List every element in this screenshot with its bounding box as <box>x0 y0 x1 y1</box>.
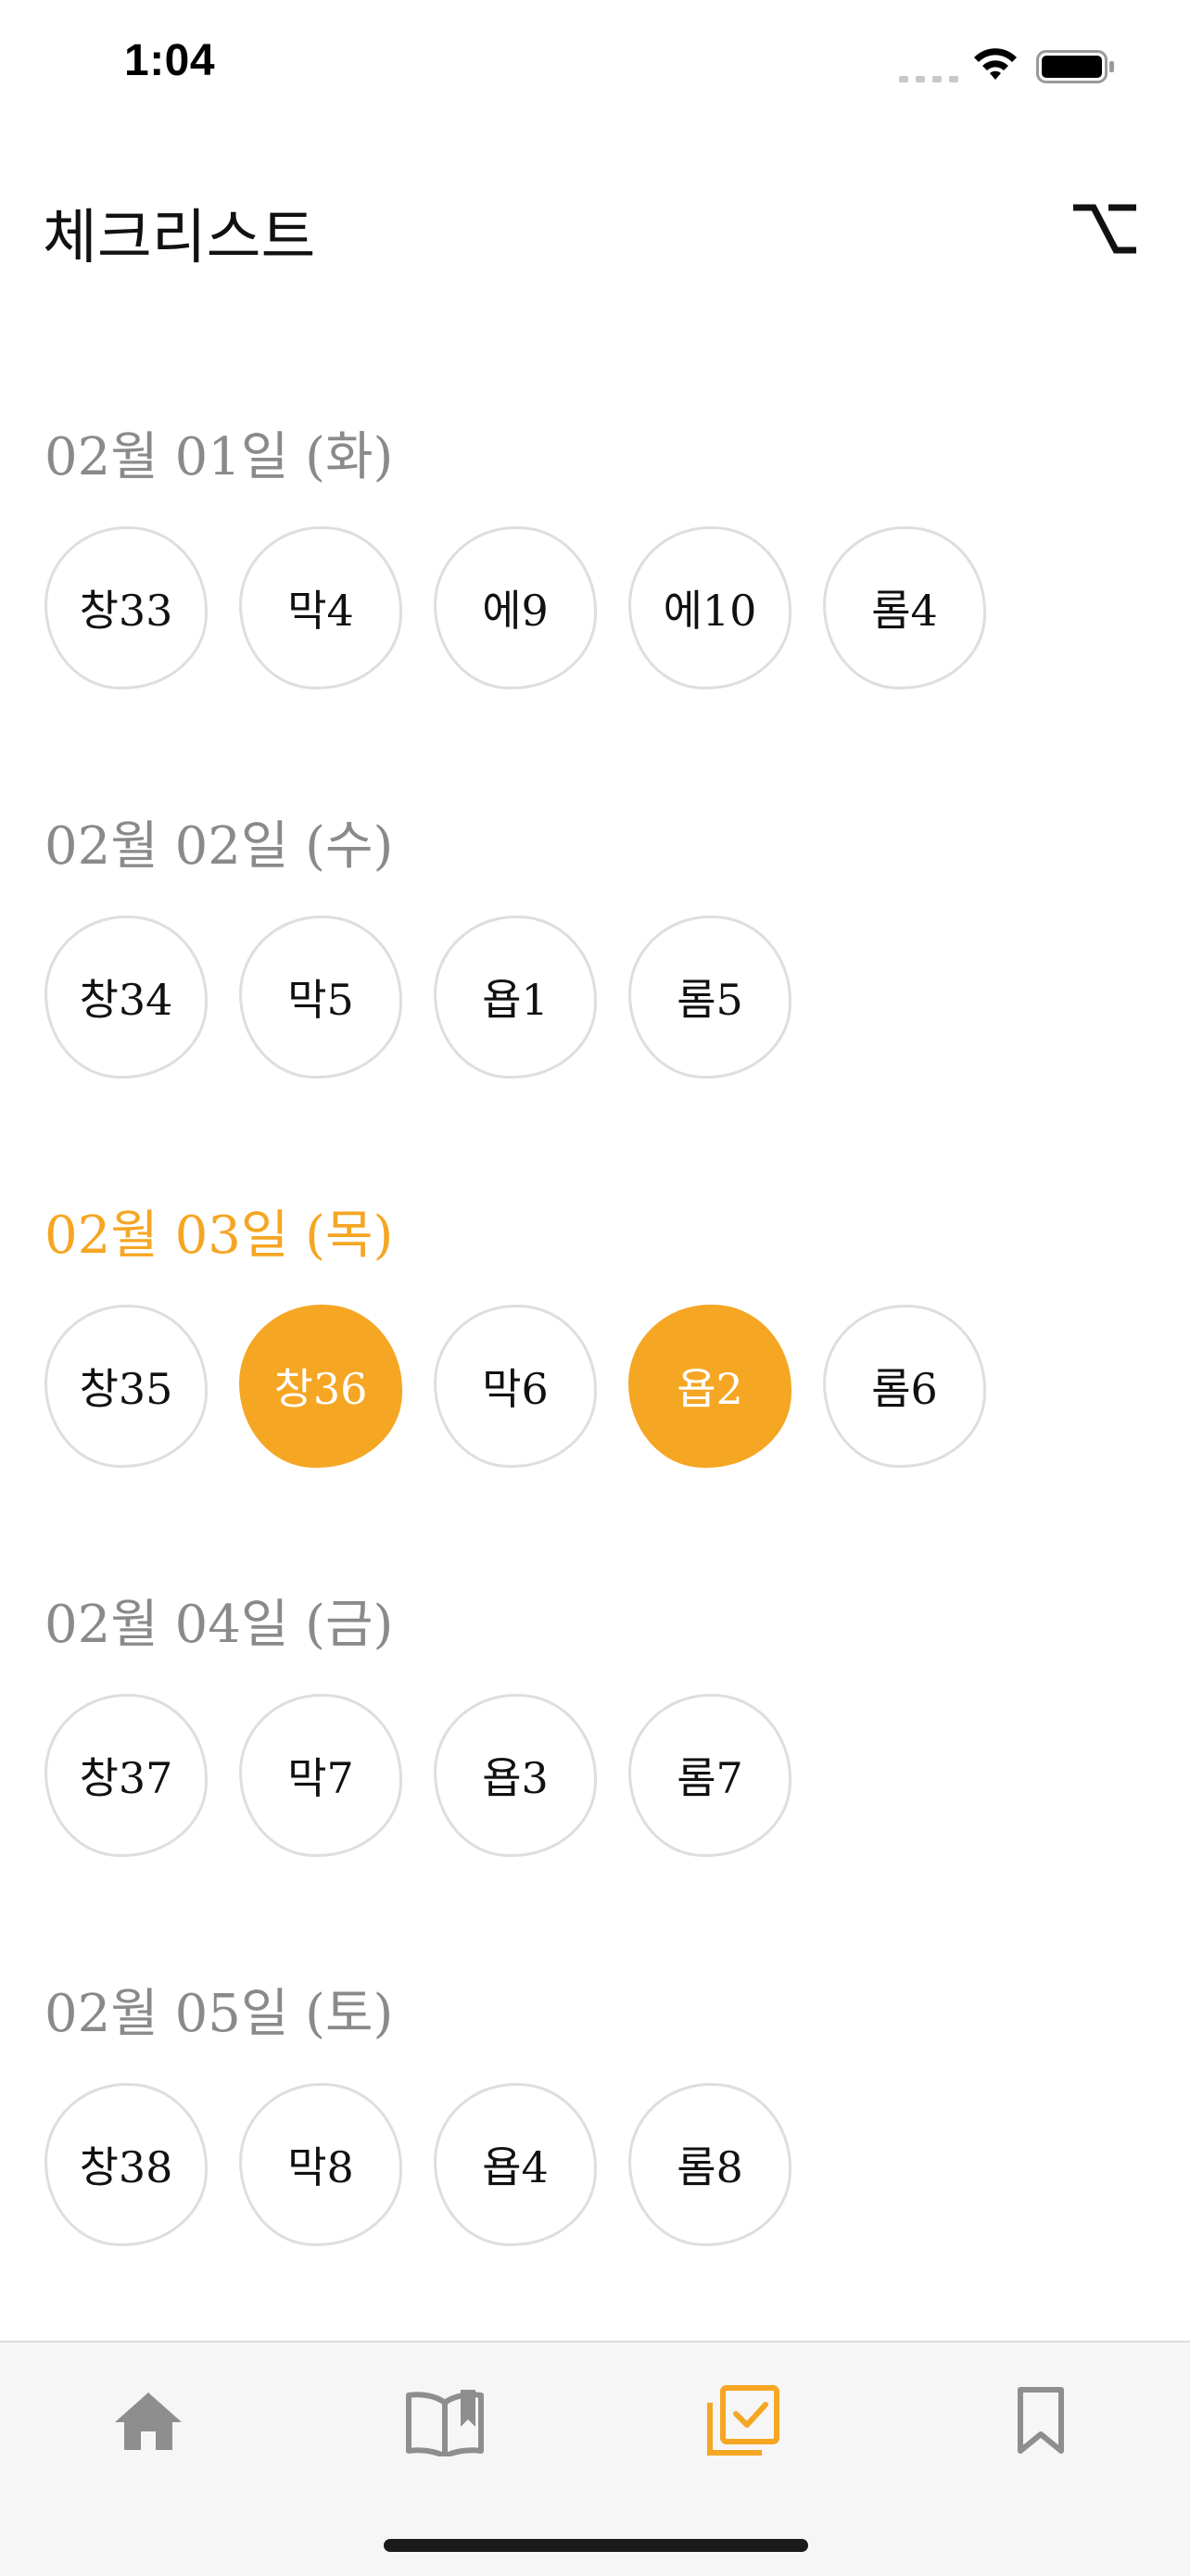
reading-chip[interactable]: 에9 <box>434 526 597 689</box>
reading-chip[interactable]: 롬8 <box>628 2083 791 2246</box>
day-header: 02월 02일 (수) <box>44 816 394 877</box>
tab-bar <box>0 2341 1190 2576</box>
reading-chip-completed[interactable]: 욥2 <box>628 1305 791 1468</box>
day-header: 02월 05일 (토) <box>44 1984 394 2044</box>
wifi-icon <box>974 48 1017 80</box>
reading-chip[interactable]: 막7 <box>239 1694 402 1857</box>
reading-chip[interactable]: 롬7 <box>628 1694 791 1857</box>
reading-chip[interactable]: 창33 <box>44 526 208 689</box>
checklist-icon <box>707 2385 779 2456</box>
home-icon <box>115 2393 182 2450</box>
reading-chip[interactable]: 에10 <box>628 526 791 689</box>
reading-chip[interactable]: 창34 <box>44 915 208 1079</box>
status-time: 1:04 <box>124 36 216 85</box>
option-key-icon[interactable] <box>1066 193 1140 267</box>
day-section: 02월 04일 (금) 창37 막7 욥3 롬7 <box>0 1583 1190 1879</box>
status-bar: 1:04 <box>0 0 1190 130</box>
reading-chip[interactable]: 창35 <box>44 1305 208 1468</box>
reading-chip[interactable]: 욥3 <box>434 1694 597 1857</box>
reading-chip[interactable]: 창37 <box>44 1694 208 1857</box>
reading-chip[interactable]: 막5 <box>239 915 402 1079</box>
reading-chip[interactable]: 욥1 <box>434 915 597 1079</box>
bookmark-icon <box>1018 2387 1064 2454</box>
day-header-today: 02월 03일 (목) <box>44 1206 394 1266</box>
reading-chip[interactable]: 막8 <box>239 2083 402 2246</box>
reading-chip-completed[interactable]: 창36 <box>239 1305 402 1468</box>
reading-chip[interactable]: 막6 <box>434 1305 597 1468</box>
reading-chip[interactable]: 막4 <box>239 526 402 689</box>
day-section: 02월 02일 (수) 창34 막5 욥1 롬5 <box>0 804 1190 1101</box>
page-title: 체크리스트 <box>43 204 316 272</box>
day-header: 02월 04일 (금) <box>44 1595 394 1655</box>
book-open-icon <box>406 2390 484 2456</box>
cellular-signal-icon <box>899 76 958 82</box>
reading-chip[interactable]: 롬4 <box>823 526 986 689</box>
home-indicator <box>384 2539 808 2552</box>
reading-chip[interactable]: 창38 <box>44 2083 208 2246</box>
tab-home[interactable] <box>102 2380 195 2463</box>
reading-chip[interactable]: 욥4 <box>434 2083 597 2246</box>
reading-chip[interactable]: 롬5 <box>628 915 791 1079</box>
day-section: 02월 01일 (화) 창33 막4 에9 에10 롬4 <box>0 415 1190 712</box>
tab-bookmark[interactable] <box>994 2380 1087 2463</box>
day-section: 02월 03일 (목) 창35 창36 막6 욥2 롬6 <box>0 1193 1190 1490</box>
reading-chip[interactable]: 롬6 <box>823 1305 986 1468</box>
tab-bible[interactable] <box>399 2380 491 2463</box>
day-header: 02월 01일 (화) <box>44 427 394 487</box>
day-section: 02월 05일 (토) 창38 막8 욥4 롬8 <box>0 1972 1190 2268</box>
battery-icon <box>1036 50 1114 83</box>
tab-checklist[interactable] <box>697 2380 790 2463</box>
